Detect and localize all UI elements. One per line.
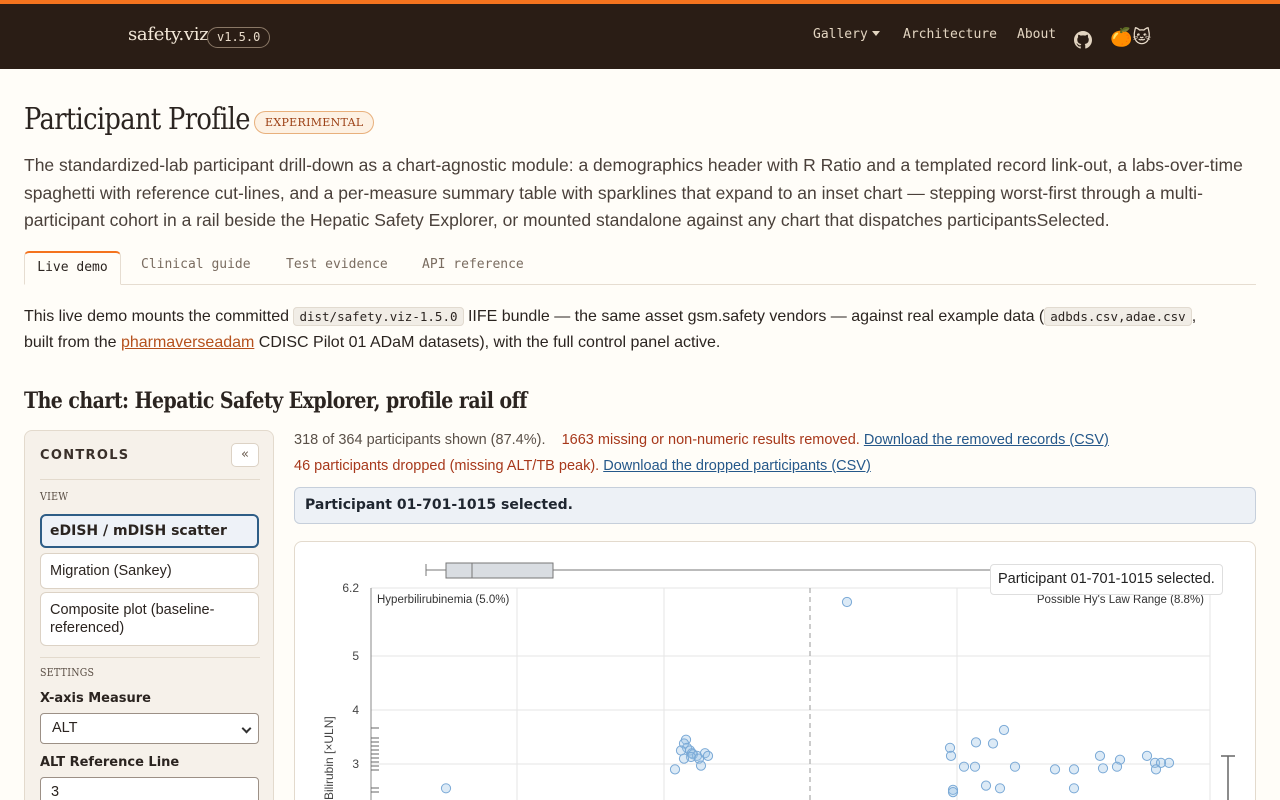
scatter-point[interactable] <box>998 724 1010 736</box>
scatter-point[interactable] <box>669 764 681 775</box>
scatter-point[interactable] <box>695 760 707 771</box>
section-title: The chart: Hepatic Safety Explorer, prof… <box>24 388 527 414</box>
tab-live-demo[interactable]: Live demo <box>24 251 121 285</box>
scatter-point[interactable] <box>970 737 982 748</box>
view-sankey-button[interactable]: Migration (Sankey) <box>40 553 259 589</box>
alt-ref-label: ALT Reference Line <box>40 755 180 770</box>
removed-count: 1663 <box>561 432 594 448</box>
nav-gallery-label: Gallery <box>813 27 868 42</box>
scatter-point[interactable] <box>969 761 981 772</box>
controls-title: CONTROLS <box>40 448 130 463</box>
edish-chart-card: 6.2 5 4 3 Bilirubin [×ULN] Hyperbilirubi… <box>294 541 1256 800</box>
intro-text: CDISC Pilot 01 ADaM datasets), with the … <box>258 334 721 351</box>
page-title: Participant Profile <box>24 102 250 137</box>
tab-api-reference[interactable]: API reference <box>422 251 524 285</box>
scatter-point[interactable] <box>987 738 999 749</box>
removed-text: missing or non-numeric results removed. <box>597 432 860 448</box>
points-layer <box>440 596 1175 798</box>
page-description: The standardized-lab participant drill-d… <box>24 155 1243 230</box>
status-line-shown: 318 of 364 participants shown (87.4%). 1… <box>294 430 1109 450</box>
controls-panel: CONTROLS « VIEW eDISH / mDISH scatter Mi… <box>24 430 274 800</box>
divider <box>40 479 260 480</box>
x-measure-select[interactable]: ALT <box>40 713 259 744</box>
brand-link[interactable]: safety.viz <box>128 24 209 45</box>
scatter-point[interactable] <box>1111 761 1123 772</box>
dropped-text: 46 participants dropped (missing ALT/TB … <box>294 458 600 474</box>
mascot-emoji: 🍊🐱 <box>1110 27 1152 48</box>
shown-count: 318 of 364 participants shown (87.4%). <box>294 432 546 448</box>
tab-bar: Live demo Clinical guide Test evidence A… <box>24 251 1256 285</box>
scatter-point[interactable] <box>947 787 959 798</box>
scatter-point[interactable] <box>1068 783 1080 794</box>
y-tick-label: 6.2 <box>342 581 359 595</box>
view-edish-button[interactable]: eDISH / mDISH scatter <box>40 514 259 548</box>
scatter-point[interactable] <box>1097 763 1109 774</box>
scatter-point[interactable] <box>1150 764 1162 775</box>
scatter-point[interactable] <box>1094 750 1106 761</box>
quadrant-label-hys-law: Possible Hy's Law Range (8.8%) <box>1037 594 1204 606</box>
experimental-badge: EXPERIMENTAL <box>254 111 375 134</box>
download-dropped-link[interactable]: Download the dropped participants (CSV) <box>603 458 871 474</box>
intro-text: IIFE bundle — the same asset gsm.safety … <box>467 308 1045 325</box>
scatter-point[interactable] <box>980 780 992 791</box>
intro-paragraph: This live demo mounts the committed dist… <box>24 304 1260 356</box>
download-removed-link[interactable]: Download the removed records (CSV) <box>864 432 1109 448</box>
intro-text: built from the <box>24 334 117 351</box>
scatter-point[interactable] <box>1068 764 1080 775</box>
chevron-down-icon <box>871 31 880 36</box>
scatter-point[interactable] <box>1141 750 1153 761</box>
bundle-code: dist/safety.viz-1.5.0 <box>293 307 464 326</box>
scatter-point[interactable] <box>994 783 1006 794</box>
divider <box>40 657 260 658</box>
scatter-point[interactable] <box>1009 761 1021 772</box>
alt-ref-input[interactable]: 3 <box>40 777 259 800</box>
scatter-point[interactable] <box>702 750 714 761</box>
scatter-point[interactable] <box>1049 764 1061 775</box>
y-tick-label: 5 <box>352 649 359 663</box>
settings-group-label: SETTINGS <box>40 666 95 679</box>
nav-gallery[interactable]: Gallery <box>813 27 880 42</box>
data-files-code: adbds.csv,adae.csv <box>1044 307 1192 326</box>
nav-architecture[interactable]: Architecture <box>903 27 997 42</box>
nav-about[interactable]: About <box>1017 27 1056 42</box>
version-badge: v1.5.0 <box>207 27 271 48</box>
status-line-dropped: 46 participants dropped (missing ALT/TB … <box>294 456 871 476</box>
scatter-point[interactable] <box>440 783 452 794</box>
github-icon[interactable] <box>1074 31 1092 49</box>
intro-text: , <box>1191 308 1197 325</box>
chevron-down-icon <box>241 723 252 734</box>
y-tick-label: 3 <box>352 757 359 771</box>
scatter-point[interactable] <box>958 761 970 772</box>
tab-test-evidence[interactable]: Test evidence <box>286 251 388 285</box>
y-tick-label: 4 <box>352 703 359 717</box>
pharmaverseadam-link[interactable]: pharmaverseadam <box>121 334 254 351</box>
selected-participant-banner: Participant 01-701-1015 selected. <box>294 487 1256 524</box>
scatter-point[interactable] <box>675 745 687 756</box>
y-rug <box>371 727 379 793</box>
y-axis-label: Bilirubin [×ULN] <box>322 716 336 800</box>
collapse-controls-button[interactable]: « <box>231 443 259 467</box>
scatter-point[interactable] <box>945 750 957 761</box>
tab-clinical-guide[interactable]: Clinical guide <box>141 251 251 285</box>
x-measure-label: X-axis Measure <box>40 691 151 706</box>
chart-tooltip: Participant 01-701-1015 selected. <box>990 564 1223 595</box>
view-group-label: VIEW <box>40 490 69 503</box>
x-measure-value: ALT <box>52 720 78 736</box>
view-composite-button[interactable]: Composite plot (baseline-referenced) <box>40 592 259 646</box>
top-navbar: safety.viz v1.5.0 Gallery Architecture A… <box>0 4 1280 69</box>
scatter-point[interactable] <box>841 596 853 608</box>
boxplot-box <box>445 562 554 579</box>
intro-text: This live demo mounts the committed <box>24 308 289 325</box>
quadrant-label-hyperbilirubinemia: Hyperbilirubinemia (5.0%) <box>377 594 509 606</box>
